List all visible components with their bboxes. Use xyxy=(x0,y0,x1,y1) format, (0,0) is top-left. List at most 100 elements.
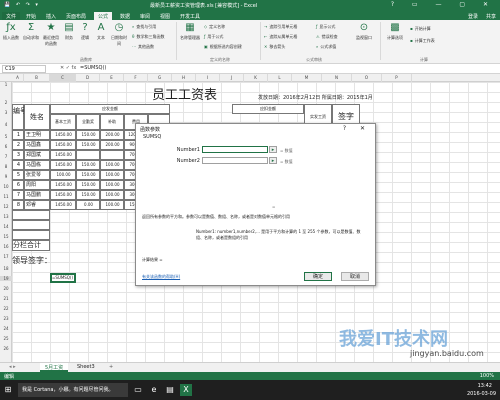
employee-basic-cell[interactable]: 1450.00 xyxy=(50,180,76,190)
column-header-l[interactable]: L xyxy=(268,74,292,82)
tab-review[interactable]: 审阅 xyxy=(136,12,154,20)
row-header[interactable]: 12 xyxy=(0,204,12,209)
row-header[interactable]: 25 xyxy=(0,336,12,341)
employee-bonus-cell[interactable]: 150.00 xyxy=(76,170,100,180)
row-header[interactable]: 20 xyxy=(0,286,12,291)
window-controls[interactable]: ? ▭ — ▢ ✕ xyxy=(391,1,496,8)
column-header-e[interactable]: E xyxy=(100,74,124,82)
employee-allowance-cell[interactable]: 200.00 xyxy=(100,140,124,150)
employee-name-cell[interactable]: 马国栋 xyxy=(24,160,50,170)
employee-basic-cell[interactable]: 1450.00 xyxy=(50,190,76,200)
row-header[interactable]: 16 xyxy=(0,244,12,249)
use-in-formula-button[interactable]: ƒ 用于公式 xyxy=(204,34,223,40)
row-header[interactable]: 17 xyxy=(0,254,12,259)
employee-no-cell[interactable]: 2 xyxy=(12,140,24,150)
evaluate-formula-button[interactable]: ⌕ 公式求值 xyxy=(316,44,336,50)
column-header-a[interactable]: A xyxy=(12,74,24,82)
employee-basic-cell[interactable]: 1450.00 xyxy=(50,140,76,150)
row-header[interactable]: 4 xyxy=(0,122,12,127)
employee-no-cell[interactable]: 1 xyxy=(12,130,24,140)
create-from-selection-button[interactable]: ▣ 根据所选内容创建 xyxy=(204,44,242,50)
employee-bonus-cell[interactable]: 0.00 xyxy=(76,200,100,210)
collapse-dialog-icon[interactable]: ▸ xyxy=(269,157,277,164)
other-functions-button[interactable]: ⋯ 其他函数 xyxy=(132,44,154,50)
sheet-tab-sheet3[interactable]: Sheet3 xyxy=(72,363,100,372)
taskbar-time[interactable]: 13:42 xyxy=(478,383,492,389)
header-basic[interactable]: 基本工资 xyxy=(50,114,76,130)
calc-now-button[interactable]: ▪ 开始计算 xyxy=(410,26,431,32)
employee-no-cell[interactable]: 7 xyxy=(12,190,24,200)
tab-view[interactable]: 视图 xyxy=(156,12,174,20)
column-header-i[interactable]: I xyxy=(196,74,220,82)
row-header[interactable]: 21 xyxy=(0,296,12,301)
row-header[interactable]: 3 xyxy=(0,110,12,115)
employee-bonus-cell[interactable] xyxy=(76,150,100,160)
row-header[interactable]: 18 xyxy=(0,266,12,271)
employee-bonus-cell[interactable]: 150.00 xyxy=(76,130,100,140)
show-formulas-button[interactable]: ƒ 显示公式 xyxy=(316,24,335,30)
insert-function-button[interactable]: ƒx 插入函数 xyxy=(2,22,20,41)
active-cell-c19[interactable]: =SUMSQ() xyxy=(50,273,76,283)
cancel-button[interactable]: 取消 xyxy=(341,272,369,281)
header-allowance[interactable]: 补助 xyxy=(100,114,124,130)
employee-allowance-cell[interactable]: 100.00 xyxy=(100,190,124,200)
quick-access-toolbar[interactable]: 💾 ↶ ↷ ▾ xyxy=(4,2,40,8)
employee-allowance-cell[interactable] xyxy=(100,150,124,160)
row-header[interactable]: 7 xyxy=(0,154,12,159)
employee-allowance-cell[interactable]: 100.00 xyxy=(100,200,124,210)
error-checking-button[interactable]: ⚠ 错误检查 xyxy=(316,34,338,40)
employee-basic-cell[interactable]: 1450.00 xyxy=(50,130,76,140)
row-header[interactable]: 24 xyxy=(0,326,12,331)
define-name-button[interactable]: ◇ 定义名称 xyxy=(204,24,225,30)
tab-home[interactable]: 开始 xyxy=(22,12,40,20)
empty-row-cell[interactable] xyxy=(12,230,50,240)
employee-basic-cell[interactable]: 1450.00 xyxy=(50,160,76,170)
sheet-tab-may-salary[interactable]: 5月工资 xyxy=(40,363,69,372)
row-header[interactable]: 1 xyxy=(0,82,12,87)
employee-name-cell[interactable]: 邓睿 xyxy=(24,200,50,210)
task-view-icon[interactable]: ▭ xyxy=(132,384,144,396)
lookup-button[interactable]: ⌕ 查找与引用 xyxy=(132,24,156,30)
financial-button[interactable]: ▤ 财务 xyxy=(62,22,76,41)
datetime-button[interactable]: ◷ 日期和时间 xyxy=(110,22,128,47)
arg1-input[interactable] xyxy=(202,146,268,153)
employee-name-cell[interactable]: 周阳 xyxy=(24,180,50,190)
column-header-d[interactable]: D xyxy=(76,74,100,82)
help-link[interactable]: 有关该函数的帮助(H) xyxy=(142,274,180,280)
dialog-window-controls[interactable]: ? ✕ xyxy=(343,125,371,132)
header-bonus[interactable]: 全勤奖 xyxy=(76,114,100,130)
column-header-k[interactable]: K xyxy=(244,74,268,82)
tab-insert[interactable]: 插入 xyxy=(42,12,60,20)
tab-data[interactable]: 数据 xyxy=(116,12,134,20)
math-button[interactable]: θ 数学和三角函数 xyxy=(132,34,164,40)
sheet-nav-arrows[interactable]: ◂ ▸ xyxy=(4,363,21,372)
employee-no-cell[interactable]: 3 xyxy=(12,150,24,160)
sign-in-link[interactable]: 登录 xyxy=(468,13,478,20)
formula-input[interactable]: =SUMSQ() xyxy=(80,65,106,71)
employee-name-cell[interactable]: 王卫明 xyxy=(24,130,50,140)
row-header[interactable]: 15 xyxy=(0,234,12,239)
column-header-p[interactable]: P xyxy=(382,74,412,82)
formula-bar-buttons[interactable]: ✕ ✓ fx xyxy=(60,65,76,71)
employee-allowance-cell[interactable]: 100.00 xyxy=(100,180,124,190)
calc-sheet-button[interactable]: ▪ 计算工作表 xyxy=(410,38,435,44)
trace-precedents-button[interactable]: → 追踪引用单元格 xyxy=(264,24,297,30)
employee-bonus-cell[interactable]: 150.00 xyxy=(76,140,100,150)
row-header[interactable]: 19 xyxy=(0,276,12,281)
subtotal-label[interactable]: 分栏合计 xyxy=(12,240,50,251)
row-header[interactable]: 2 xyxy=(0,100,12,105)
row-header[interactable]: 14 xyxy=(0,224,12,229)
text-button[interactable]: A 文本 xyxy=(94,22,108,41)
collapse-dialog-icon[interactable]: ▸ xyxy=(269,146,277,153)
column-header-j[interactable]: J xyxy=(220,74,244,82)
logical-button[interactable]: ? 逻辑 xyxy=(78,22,92,41)
column-header-h[interactable]: H xyxy=(172,74,196,82)
column-header-o[interactable]: O xyxy=(352,74,382,82)
row-header[interactable]: 13 xyxy=(0,214,12,219)
cortana-search-box[interactable]: 我是 Cortana，小娜。有问题尽管问我。 xyxy=(18,383,128,397)
header-should-pay[interactable]: 应发金额 xyxy=(50,104,170,114)
column-header-g[interactable]: G xyxy=(148,74,172,82)
column-header-n[interactable]: N xyxy=(322,74,352,82)
ok-button[interactable]: 确定 xyxy=(304,272,332,281)
row-header[interactable]: 23 xyxy=(0,316,12,321)
